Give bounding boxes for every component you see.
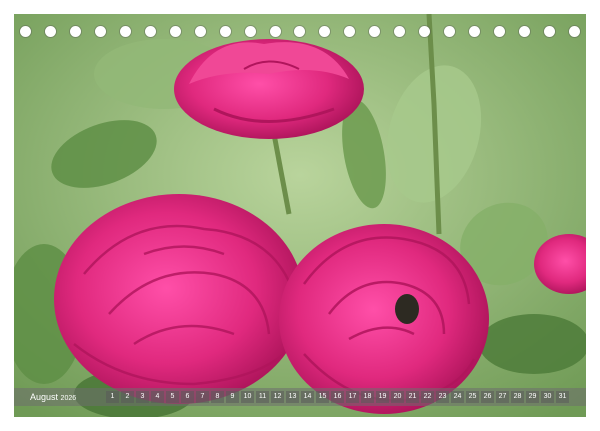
calendar-day: 30 [541, 391, 554, 403]
binder-holes [14, 26, 586, 40]
binder-hole-icon [469, 26, 481, 37]
rose-photo [14, 14, 586, 417]
top-rose [174, 39, 364, 139]
calendar-day: 29 [526, 391, 539, 403]
binder-hole-icon [294, 26, 306, 37]
binder-hole-icon [94, 26, 106, 37]
calendar-day: 25 [466, 391, 479, 403]
calendar-day: 6 [181, 391, 194, 403]
calendar-day: 24 [451, 391, 464, 403]
calendar-day: 22 [421, 391, 434, 403]
calendar-day: 13 [286, 391, 299, 403]
calendar-day: 21 [406, 391, 419, 403]
calendar-day: 19 [376, 391, 389, 403]
binder-hole-icon [269, 26, 281, 37]
calendar-day: 17 [346, 391, 359, 403]
binder-hole-icon [194, 26, 206, 37]
calendar-day: 1 [106, 391, 119, 403]
left-rose [54, 194, 304, 404]
binder-hole-icon [394, 26, 406, 37]
calendar-day: 2 [121, 391, 134, 403]
binder-hole-icon [444, 26, 456, 37]
binder-hole-icon [494, 26, 506, 37]
calendar-page [14, 14, 586, 417]
binder-hole-icon [369, 26, 381, 37]
binder-hole-icon [244, 26, 256, 37]
binder-hole-icon [344, 26, 356, 37]
binder-hole-icon [44, 26, 56, 37]
calendar-day: 8 [211, 391, 224, 403]
binder-hole-icon [419, 26, 431, 37]
year-label: 2026 [60, 395, 77, 402]
calendar-day: 7 [196, 391, 209, 403]
month-label: August 2026 [14, 392, 104, 402]
calendar-day: 9 [226, 391, 239, 403]
right-rose [279, 224, 489, 414]
calendar-strip: August 2026 1 2 3 4 5 6 7 8 9 10 11 12 13 14 15 16 17 18 1… [14, 388, 586, 406]
calendar-day: 14 [301, 391, 314, 403]
calendar-day: 26 [481, 391, 494, 403]
binder-hole-icon [169, 26, 181, 37]
calendar-day: 4 [151, 391, 164, 403]
binder-hole-icon [219, 26, 231, 37]
calendar-day: 23 [436, 391, 449, 403]
calendar-day: 20 [391, 391, 404, 403]
calendar-day: 18 [361, 391, 374, 403]
binder-hole-icon [544, 26, 556, 37]
calendar-day: 28 [511, 391, 524, 403]
month-name: August [30, 392, 59, 402]
day-cells: 1 2 3 4 5 6 7 8 9 10 11 12 13 14 15 16 17 18 19 20 21 22 23 24 2… [106, 391, 571, 403]
calendar-day: 27 [496, 391, 509, 403]
binder-hole-icon [144, 26, 156, 37]
calendar-day: 16 [331, 391, 344, 403]
bee [395, 294, 419, 324]
binder-hole-icon [519, 26, 531, 37]
binder-hole-icon [69, 26, 81, 37]
calendar-day: 31 [556, 391, 569, 403]
binder-hole-icon [119, 26, 131, 37]
binder-hole-icon [20, 26, 31, 37]
calendar-day: 15 [316, 391, 329, 403]
binder-hole-icon [319, 26, 331, 37]
calendar-day: 12 [271, 391, 284, 403]
calendar-day: 3 [136, 391, 149, 403]
calendar-day: 5 [166, 391, 179, 403]
calendar-day: 11 [256, 391, 269, 403]
calendar-day: 10 [241, 391, 254, 403]
binder-hole-icon [568, 26, 580, 37]
